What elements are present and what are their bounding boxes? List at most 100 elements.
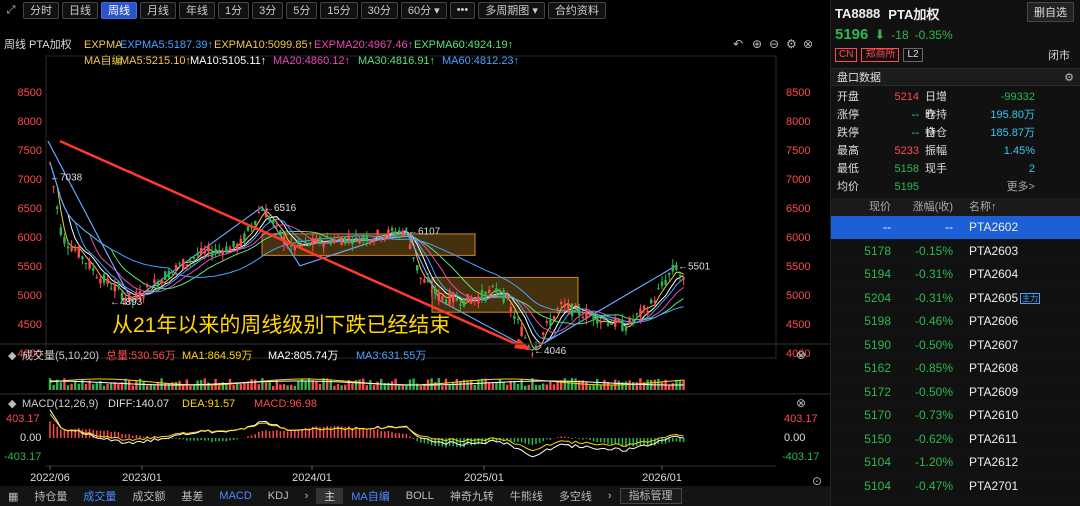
table-row[interactable]: -- -- PTA2602 xyxy=(831,216,1080,240)
period-button[interactable]: 5分 xyxy=(286,1,318,19)
y-tick-left: 4500 xyxy=(18,319,42,331)
table-row[interactable]: 5194 -0.31% PTA2604 xyxy=(831,263,1080,287)
undo-icon[interactable]: ↶ xyxy=(733,37,743,51)
volume-bar xyxy=(210,385,214,390)
period-button-active[interactable]: 周线 xyxy=(101,1,137,19)
kline-chart[interactable]: ╱ 周线 PTA加权 EXPMA EXPMA5:5187.39↑ EXPMA10… xyxy=(0,20,830,486)
period-button[interactable]: 3分 xyxy=(252,1,284,19)
contract-info-button[interactable]: 合约资料 xyxy=(547,1,606,19)
remove-watchlist-button[interactable]: 删自选 xyxy=(1027,2,1074,22)
candle-body xyxy=(581,316,584,319)
tab-bull-bear[interactable]: 牛熊线 xyxy=(502,488,551,504)
change-cell: -0.47% xyxy=(914,478,953,493)
tab-td9[interactable]: 神奇九转 xyxy=(442,488,502,504)
candle-body xyxy=(113,284,116,292)
candle-body xyxy=(387,229,390,237)
candle-body xyxy=(48,162,52,164)
more-link[interactable]: 更多> xyxy=(953,178,1035,196)
tab-open-interest[interactable]: 持仓量 xyxy=(26,488,75,504)
volume-bar xyxy=(192,384,196,390)
volume-bar xyxy=(318,383,322,390)
table-row[interactable]: 5170 -0.73% PTA2610 xyxy=(831,404,1080,428)
tab-basis[interactable]: 基差 xyxy=(173,488,211,504)
y-tick-right: 8500 xyxy=(786,87,810,99)
table-row[interactable]: 5104 -1.20% PTA2612 xyxy=(831,451,1080,475)
tab-turnover[interactable]: 成交额 xyxy=(124,488,173,504)
table-row[interactable]: 5198 -0.46% PTA2606 xyxy=(831,310,1080,334)
table-row[interactable]: 5178 -0.15% PTA2603 xyxy=(831,240,1080,263)
tab-long-short[interactable]: 多空线 xyxy=(551,488,600,504)
candle-body xyxy=(524,337,527,339)
candle-body xyxy=(66,246,70,249)
collapse-icon[interactable]: ◆ xyxy=(8,398,17,410)
change-cell: -0.50% xyxy=(914,384,953,399)
period-button[interactable]: 分时 xyxy=(23,1,59,19)
zoom-in-icon[interactable]: ⊕ xyxy=(752,37,762,51)
close-macd-icon[interactable]: ⊗ xyxy=(796,396,806,410)
candle-body xyxy=(228,247,232,252)
table-row[interactable]: 5150 -0.62% PTA2611 xyxy=(831,428,1080,451)
exchange-tag: 郑商所 xyxy=(861,48,900,62)
volume-bar xyxy=(160,378,163,390)
settings-icon[interactable]: ⚙ xyxy=(786,37,797,51)
candle-body xyxy=(408,244,412,250)
table-row[interactable]: 5162 -0.85% PTA2608 xyxy=(831,357,1080,381)
period-button[interactable]: 年线 xyxy=(179,1,215,19)
close-icon[interactable]: ⊗ xyxy=(803,37,813,51)
candle-body xyxy=(221,250,224,255)
table-row[interactable]: 5204 -0.31% PTA2605 主力 xyxy=(831,287,1080,310)
candle-body xyxy=(603,318,606,320)
tab-macd[interactable]: MACD xyxy=(211,490,259,502)
tab-volume[interactable]: 成交量 xyxy=(75,488,124,504)
collapse-icon[interactable]: ◆ xyxy=(8,350,17,362)
expand-icon[interactable]: ⤢ xyxy=(2,2,20,19)
candle-body xyxy=(484,291,487,301)
candle-body xyxy=(142,296,145,299)
candle-body xyxy=(92,268,95,271)
volume-bar xyxy=(142,381,145,390)
candle-body xyxy=(419,277,422,279)
scroll-right-icon[interactable]: › xyxy=(600,490,620,502)
period-dropdown[interactable]: 60分 ▾ xyxy=(400,1,447,19)
candle-body xyxy=(56,206,59,210)
grid-icon[interactable]: ▦ xyxy=(0,490,26,503)
close-volume-icon[interactable]: ⊗ xyxy=(796,348,806,362)
candle-body xyxy=(106,278,109,284)
volume-bar xyxy=(538,385,541,390)
candle-body xyxy=(102,274,106,283)
table-row[interactable]: 5104 -0.47% PTA2701 xyxy=(831,475,1080,498)
tab-ma-custom[interactable]: MA自编 xyxy=(343,488,398,504)
candle-body xyxy=(95,277,98,279)
scroll-right-icon[interactable]: › xyxy=(297,490,317,502)
table-row[interactable]: 5190 -0.50% PTA2607 xyxy=(831,334,1080,357)
settings-icon[interactable]: ⚙ xyxy=(1064,69,1074,87)
last-price-cell: 5170 xyxy=(864,408,891,422)
candle-body xyxy=(470,299,473,304)
period-button[interactable]: 30分 xyxy=(360,1,398,19)
volume-bar xyxy=(340,385,343,390)
table-row[interactable]: 5172 -0.50% PTA2609 xyxy=(831,381,1080,404)
more-button[interactable]: ••• xyxy=(449,1,476,19)
period-button[interactable]: 月线 xyxy=(140,1,176,19)
period-button[interactable]: 日线 xyxy=(62,1,98,19)
volume-bar xyxy=(509,381,512,390)
volume-bar xyxy=(290,384,293,390)
indicator-manage-button[interactable]: 指标管理 xyxy=(619,488,682,504)
candle-body xyxy=(513,315,516,320)
tab-boll[interactable]: BOLL xyxy=(398,490,442,502)
volume-bar xyxy=(128,380,131,390)
candle-body xyxy=(412,257,415,259)
location-icon[interactable]: ⊙ xyxy=(812,474,822,486)
last-price-cell: 5104 xyxy=(864,455,891,469)
candle-body xyxy=(236,244,239,251)
period-button[interactable]: 1分 xyxy=(218,1,250,19)
zoom-out-icon[interactable]: ⊖ xyxy=(769,37,779,51)
period-button[interactable]: 15分 xyxy=(320,1,358,19)
candle-body xyxy=(275,223,278,225)
tab-kdj[interactable]: KDJ xyxy=(260,490,297,502)
multi-period-dropdown[interactable]: 多周期图 ▾ xyxy=(478,1,545,19)
volume-bar xyxy=(398,385,401,390)
candle-body xyxy=(340,239,343,246)
candle-body xyxy=(232,241,235,247)
candle-body xyxy=(167,270,170,278)
